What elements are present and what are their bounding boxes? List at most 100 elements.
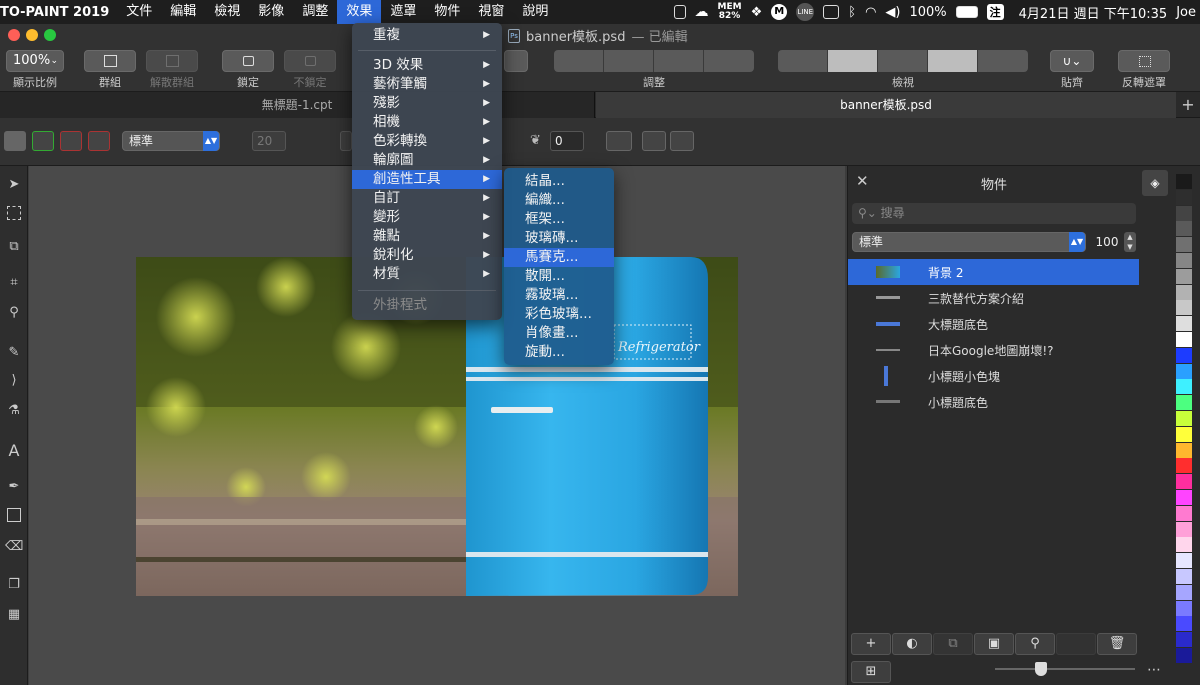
color-swatch[interactable] bbox=[1176, 363, 1192, 379]
text-tool-icon[interactable]: A bbox=[5, 442, 23, 460]
view-btn-3[interactable] bbox=[878, 50, 928, 72]
effects-item-repeat[interactable]: 重複 ▶ bbox=[352, 26, 502, 45]
effects-item-creative[interactable]: 創造性工具 ▶ bbox=[352, 170, 502, 189]
creative-item-crystallize[interactable]: 結晶... bbox=[504, 172, 614, 191]
creative-cloud-icon[interactable]: ☁ bbox=[695, 4, 709, 20]
color-swatch[interactable] bbox=[1176, 600, 1192, 616]
adjust-btn-3[interactable] bbox=[654, 50, 704, 72]
rectangle-tool-icon[interactable] bbox=[7, 508, 21, 522]
zoom-select[interactable]: 100% ⌄ bbox=[6, 50, 64, 72]
crop-tool-icon[interactable]: ⌗ bbox=[5, 274, 23, 292]
effects-item-color-transform[interactable]: 色彩轉換 ▶ bbox=[352, 132, 502, 151]
creative-item-stained-glass[interactable]: 彩色玻璃... bbox=[504, 305, 614, 324]
creative-item-frame[interactable]: 框架... bbox=[504, 210, 614, 229]
color-swatch[interactable] bbox=[1176, 205, 1192, 221]
object-row-subtitle-bg[interactable]: 小標題底色 bbox=[848, 389, 1140, 415]
more-options-icon[interactable]: ⋯ bbox=[1147, 662, 1161, 678]
menu-image[interactable]: 影像 bbox=[249, 0, 293, 24]
color-swatch[interactable] bbox=[1176, 474, 1192, 490]
minimize-window-button[interactable] bbox=[26, 29, 38, 41]
pen-tool-icon[interactable]: ✒ bbox=[5, 478, 23, 496]
effects-item-camera[interactable]: 相機 ▶ bbox=[352, 113, 502, 132]
color-swatch[interactable] bbox=[1176, 174, 1192, 189]
effects-item-3d[interactable]: 3D 效果 ▶ bbox=[352, 56, 502, 75]
object-row-background2[interactable]: 背景 2 bbox=[848, 259, 1140, 285]
search-input[interactable]: ⚲⌄ 搜尋 bbox=[852, 203, 1136, 224]
view-btn-2[interactable] bbox=[828, 50, 878, 72]
eraser-tool-icon[interactable]: ⌫ bbox=[5, 538, 23, 556]
slider-knob[interactable] bbox=[1035, 662, 1048, 676]
add-mask-button[interactable]: ◐ bbox=[892, 633, 932, 655]
disabled-panel-button[interactable] bbox=[1056, 633, 1096, 655]
effects-item-contour[interactable]: 輪廓圖 ▶ bbox=[352, 151, 502, 170]
menu-edit[interactable]: 編輯 bbox=[161, 0, 205, 24]
dropper-tool-icon[interactable]: ⚗ bbox=[5, 402, 23, 420]
color-swatch[interactable] bbox=[1176, 284, 1192, 300]
volume-icon[interactable]: ◀) bbox=[885, 5, 900, 20]
creative-item-portrait[interactable]: 肖像畫... bbox=[504, 324, 614, 343]
color-swatch[interactable] bbox=[1176, 189, 1192, 205]
color-swatch[interactable] bbox=[1176, 505, 1192, 521]
menu-view[interactable]: 檢視 bbox=[205, 0, 249, 24]
dropbox-icon[interactable]: ❖ bbox=[751, 5, 763, 20]
color-swatch[interactable] bbox=[1176, 379, 1192, 395]
color-swatch[interactable] bbox=[1176, 347, 1192, 363]
object-row-subtitle-block[interactable]: 小標題小色塊 bbox=[848, 363, 1140, 389]
blend-mode-select[interactable]: 標準 ▲▼ bbox=[122, 131, 220, 151]
color-swatch[interactable] bbox=[1176, 616, 1192, 632]
effects-item-custom[interactable]: 自訂 ▶ bbox=[352, 189, 502, 208]
color-swatch[interactable] bbox=[1176, 253, 1192, 268]
adjust-btn-4[interactable] bbox=[704, 50, 754, 72]
creative-item-frosted-glass[interactable]: 霧玻璃... bbox=[504, 286, 614, 305]
zoom-tool-icon[interactable]: ⚲ bbox=[5, 304, 23, 322]
color-swatch[interactable] bbox=[1176, 300, 1192, 316]
color-swatch[interactable] bbox=[1176, 332, 1192, 347]
menu-file[interactable]: 文件 bbox=[117, 0, 161, 24]
color-swatch[interactable] bbox=[1176, 569, 1192, 584]
layers-toggle-icon[interactable]: ◈ bbox=[1142, 170, 1168, 196]
snap-button[interactable]: ∪⌄ bbox=[1050, 50, 1094, 72]
line-icon[interactable]: LINE bbox=[796, 3, 815, 21]
color-swatch[interactable] bbox=[1176, 395, 1192, 411]
adjust-btn-2[interactable] bbox=[604, 50, 654, 72]
group-button[interactable] bbox=[84, 50, 136, 72]
creative-item-swirl[interactable]: 旋動... bbox=[504, 343, 614, 362]
opacity-stepper[interactable]: ▲ ▼ bbox=[1124, 232, 1136, 252]
effects-item-sharpen[interactable]: 銳利化 ▶ bbox=[352, 246, 502, 265]
opacity-field[interactable]: 100 bbox=[1092, 232, 1122, 252]
datetime[interactable]: 4月21日 週日 下午10:35 bbox=[1019, 3, 1168, 22]
select-mode-arrow[interactable] bbox=[4, 131, 26, 151]
effects-item-distort[interactable]: 變形 ▶ bbox=[352, 208, 502, 227]
menu-help[interactable]: 說明 bbox=[513, 0, 557, 24]
lock-transparency-button[interactable]: ⊞ bbox=[851, 661, 891, 683]
unlock-button[interactable] bbox=[284, 50, 336, 72]
color-swatch[interactable] bbox=[1176, 584, 1192, 600]
app-name-menu[interactable]: TO-PAINT 2019 bbox=[0, 5, 117, 20]
adjust-btn-1[interactable] bbox=[554, 50, 604, 72]
object-row-alternatives[interactable]: 三款替代方案介紹 bbox=[848, 285, 1140, 311]
arrange-button[interactable] bbox=[504, 50, 528, 72]
battery-percent[interactable]: 100% bbox=[909, 5, 946, 20]
panel-blend-select[interactable]: 標準 ▲▼ bbox=[852, 232, 1086, 252]
color-swatch[interactable] bbox=[1176, 426, 1192, 442]
width-field[interactable]: 20 bbox=[252, 131, 286, 151]
color-swatch[interactable] bbox=[1176, 316, 1192, 332]
color-swatch[interactable] bbox=[1176, 521, 1192, 537]
effects-item-ghost[interactable]: 殘影 ▶ bbox=[352, 94, 502, 113]
creative-item-scatter[interactable]: 散開... bbox=[504, 267, 614, 286]
creative-item-weave[interactable]: 編織... bbox=[504, 191, 614, 210]
merge-button[interactable]: ⧉ bbox=[933, 633, 973, 655]
lock-button[interactable] bbox=[222, 50, 274, 72]
feather-field[interactable]: 0 bbox=[550, 131, 584, 151]
color-swatch[interactable] bbox=[1176, 237, 1192, 253]
effects-item-art-stroke[interactable]: 藝術筆觸 ▶ bbox=[352, 75, 502, 94]
airplay-icon[interactable] bbox=[823, 5, 840, 19]
view-btn-4[interactable] bbox=[928, 50, 978, 72]
new-tab-button[interactable]: + bbox=[1176, 92, 1200, 118]
brush-tool-icon[interactable]: ✎ bbox=[5, 344, 23, 362]
pattern-tool-icon[interactable]: ▦ bbox=[5, 606, 23, 624]
marquee-tool-icon[interactable] bbox=[7, 206, 21, 220]
color-swatch[interactable] bbox=[1176, 458, 1192, 474]
pointer-tool-icon[interactable]: ➤ bbox=[5, 176, 23, 194]
delete-object-button[interactable]: 🗑 bbox=[1097, 633, 1137, 655]
